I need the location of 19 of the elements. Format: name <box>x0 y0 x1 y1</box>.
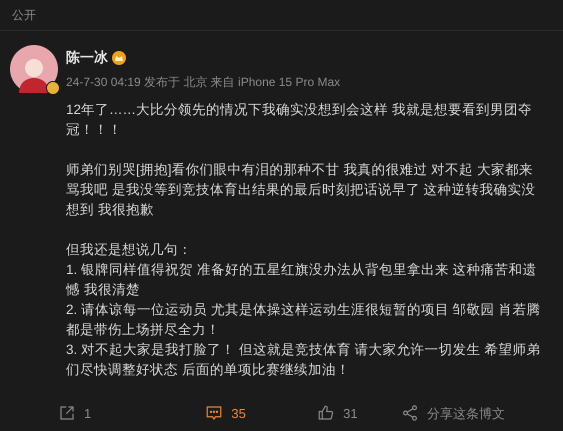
forward-action[interactable]: 分享这条博文 <box>401 404 505 423</box>
author-name[interactable]: 陈一冰 <box>66 47 108 68</box>
share-action[interactable]: 1 <box>58 404 92 423</box>
comment-icon <box>205 404 224 422</box>
like-action[interactable]: 31 <box>317 404 358 423</box>
post-text: 但我还是想说几句： <box>66 241 193 259</box>
post-text: 师弟们别哭[拥抱]看你们眼中有泪的那种不甘 我真的很难过 对不起 大家都来骂我吧 是我没等到竞技体育出结果的最后时刻把话说早了 这种逆转我确实没想到 我很抱歉 <box>66 161 537 219</box>
post-text: 1. 银牌同样值得祝贺 准备好的五星红旗没办法从背包里拿出来 这种痛苦和遗憾 我很清楚 <box>66 261 538 299</box>
post-meta: 24-7-30 04:19 发布于 北京 来自 iPhone 15 Pro Max <box>66 74 342 91</box>
comment-action[interactable]: 35 <box>205 404 246 423</box>
share-icon <box>58 404 76 422</box>
visibility-label: 公开 <box>12 8 36 22</box>
post-text: 2. 请体谅每一位运动员 尤其是体操这样运动生涯很短暂的项目 邹敬园 肖若腾都是带伤上场拼尽全力！ <box>66 301 542 339</box>
share-nodes-icon <box>401 404 419 422</box>
post-text: 12年了……大比分领先的情况下我确实没想到会这样 我就是想要看到男团夺冠！！！ <box>66 101 533 139</box>
post-text: 3. 对不起大家是我打脸了！ 但这就是竞技体育 请大家允许一切发生 希望师弟们尽快调整好状态 后面的单项比赛继续加油！ <box>66 341 542 379</box>
thumbs-up-icon <box>317 404 336 422</box>
crown-badge-icon <box>112 50 126 64</box>
verified-badge-icon <box>46 81 60 95</box>
